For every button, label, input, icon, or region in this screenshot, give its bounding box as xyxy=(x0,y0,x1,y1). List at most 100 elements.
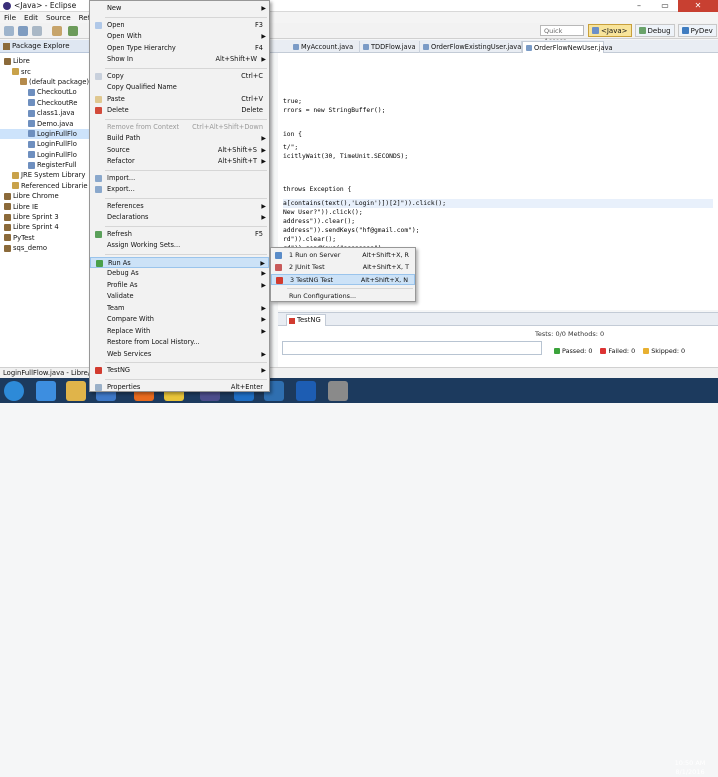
tree-item[interactable]: sqs_demo xyxy=(0,243,90,253)
skipped-icon xyxy=(643,348,650,354)
menu-item-source[interactable]: Source Alt+Shift+S ▶ xyxy=(90,145,269,156)
tree-item-label: src xyxy=(21,67,31,76)
menu-item-label: TestNG xyxy=(107,366,131,374)
snipping-tool-icon[interactable] xyxy=(328,381,348,401)
internet-explorer-icon[interactable] xyxy=(36,381,56,401)
menu-item-show-in[interactable]: Show In Alt+Shift+W ▶ xyxy=(90,54,269,65)
print-icon[interactable] xyxy=(32,26,42,36)
menu-source[interactable]: Source xyxy=(46,12,71,23)
menu-item-open[interactable]: Open F3 xyxy=(90,20,269,31)
skipped-count: Skipped: 0 xyxy=(643,347,685,355)
tree-item[interactable]: Libre Chrome xyxy=(0,191,90,201)
quick-access-input[interactable]: Quick Access xyxy=(540,25,584,45)
run-as-icon xyxy=(96,259,103,267)
menu-item-refactor[interactable]: Refactor Alt+Shift+T ▶ xyxy=(90,156,269,167)
menu-item-debug-as[interactable]: Debug As ▶ xyxy=(90,268,269,279)
menu-item-export[interactable]: Export... xyxy=(90,184,269,195)
submenu-arrow-icon: ▶ xyxy=(261,158,266,165)
start-button-icon[interactable] xyxy=(4,381,24,401)
menu-item-copy[interactable]: Copy Ctrl+C xyxy=(90,71,269,82)
menu-item-shortcut: F4 xyxy=(255,43,263,52)
menu-item-assign-working-sets[interactable]: Assign Working Sets... xyxy=(90,240,269,251)
menu-item-open-type-hierarchy[interactable]: Open Type Hierarchy F4 xyxy=(90,43,269,54)
run-icon[interactable] xyxy=(68,26,78,36)
minimize-button[interactable]: – xyxy=(626,0,652,12)
tab-orderflow-newuser[interactable]: OrderFlowNewUser.java xyxy=(522,41,613,53)
menu-item-restore-from-local-history[interactable]: Restore from Local History... xyxy=(90,337,269,348)
menu-item-run-as[interactable]: Run As ▶ xyxy=(90,256,269,268)
tree-item[interactable]: src xyxy=(0,66,90,76)
menu-item-import[interactable]: Import... xyxy=(90,173,269,184)
java-file-icon xyxy=(28,88,35,96)
menu-item-compare-with[interactable]: Compare With ▶ xyxy=(90,314,269,325)
perspective-java[interactable]: <Java> xyxy=(588,24,632,37)
run-as-item-label: 1 Run on Server xyxy=(289,251,341,259)
tree-item[interactable]: PyTest xyxy=(0,233,90,243)
menu-item-replace-with[interactable]: Replace With ▶ xyxy=(90,326,269,337)
maximize-button[interactable]: ▭ xyxy=(652,0,678,12)
run-as-item-2-junit-test[interactable]: 2 JUnit Test Alt+Shift+X, T xyxy=(271,262,415,273)
run-as-item-run-configurations[interactable]: Run Configurations... xyxy=(271,291,415,302)
java-file-icon xyxy=(28,109,35,117)
close-button[interactable]: ✕ xyxy=(678,0,718,12)
menu-item-delete[interactable]: Delete Delete xyxy=(90,105,269,116)
tab-myaccount[interactable]: MyAccount.java xyxy=(290,41,360,53)
menu-item-references[interactable]: References ▶ xyxy=(90,201,269,212)
tree-item[interactable]: Libre IE xyxy=(0,201,90,211)
build-icon[interactable] xyxy=(52,26,62,36)
menu-item-properties[interactable]: Properties Alt+Enter xyxy=(90,382,269,393)
new-icon[interactable] xyxy=(4,26,14,36)
word-icon[interactable] xyxy=(296,381,316,401)
tree-item-label: sqs_demo xyxy=(13,244,48,253)
menu-item-declarations[interactable]: Declarations ▶ xyxy=(90,212,269,223)
tree-item[interactable]: Libre Sprint 3 xyxy=(0,212,90,222)
menu-item-validate[interactable]: Validate xyxy=(90,291,269,302)
menu-item-new[interactable]: New ▶ xyxy=(90,3,269,14)
2-junit-test-icon xyxy=(275,264,282,271)
tree-item[interactable]: (default package) xyxy=(0,77,90,87)
tree-item-label: Libre Chrome xyxy=(13,192,59,201)
tree-item[interactable]: Referenced Librarie xyxy=(0,181,90,191)
menu-item-copy-qualified-name[interactable]: Copy Qualified Name xyxy=(90,82,269,93)
run-as-item-1-run-on-server[interactable]: 1 Run on Server Alt+Shift+X, R xyxy=(271,250,415,261)
tree-item[interactable]: Libre Sprint 4 xyxy=(0,222,90,232)
tree-item[interactable]: LoginFullFlo xyxy=(0,128,90,140)
submenu-arrow-icon: ▶ xyxy=(261,135,266,142)
menu-item-team[interactable]: Team ▶ xyxy=(90,303,269,314)
menu-file[interactable]: File xyxy=(4,12,16,23)
tree-item[interactable]: LoginFullFlo xyxy=(0,150,90,160)
package-explorer-tab[interactable]: Package Explore xyxy=(0,40,89,53)
tab-tddflow[interactable]: TDDFlow.java xyxy=(360,41,420,53)
menu-item-profile-as[interactable]: Profile As ▶ xyxy=(90,280,269,291)
tree-item[interactable]: LoginFullFlo xyxy=(0,139,90,149)
perspective-pydev[interactable]: PyDev xyxy=(677,24,717,37)
testng-tab[interactable]: TestNG xyxy=(286,314,326,326)
menu-item-web-services[interactable]: Web Services ▶ xyxy=(90,349,269,360)
tree-item[interactable]: Demo.java xyxy=(0,118,90,128)
tree-item-label: Demo.java xyxy=(37,119,74,128)
menu-item-refresh[interactable]: Refresh F5 xyxy=(90,229,269,240)
tree-item[interactable]: JRE System Library xyxy=(0,170,90,180)
menu-separator xyxy=(287,288,413,289)
run-as-item-3-testng-test[interactable]: 3 TestNG Test Alt+Shift+X, N xyxy=(271,274,415,285)
menu-item-open-with[interactable]: Open With ▶ xyxy=(90,31,269,42)
menu-item-testng[interactable]: TestNG ▶ xyxy=(90,365,269,376)
tree-item[interactable]: class1.java xyxy=(0,108,90,118)
tree-item[interactable]: CheckoutLo xyxy=(0,87,90,97)
package-icon xyxy=(3,42,10,50)
file-explorer-icon[interactable] xyxy=(66,381,86,401)
tab-orderflow-existing[interactable]: OrderFlowExistingUser.java xyxy=(420,41,522,53)
menu-separator xyxy=(105,253,267,255)
menu-item-paste[interactable]: Paste Ctrl+V xyxy=(90,94,269,105)
menu-item-build-path[interactable]: Build Path ▶ xyxy=(90,133,269,144)
java-file-icon xyxy=(28,99,35,107)
clock[interactable]: 10:50 AM 8/1/2016 xyxy=(670,759,710,777)
tree-item[interactable]: CheckoutRe xyxy=(0,98,90,108)
menu-item-shortcut: F5 xyxy=(255,229,263,238)
tree-item[interactable]: RegisterFull xyxy=(0,160,90,170)
perspective-debug[interactable]: Debug xyxy=(634,24,675,37)
tree-item[interactable]: Libre xyxy=(0,56,90,66)
java-file-icon xyxy=(28,130,35,138)
save-icon[interactable] xyxy=(18,26,28,36)
menu-edit[interactable]: Edit xyxy=(24,12,38,23)
